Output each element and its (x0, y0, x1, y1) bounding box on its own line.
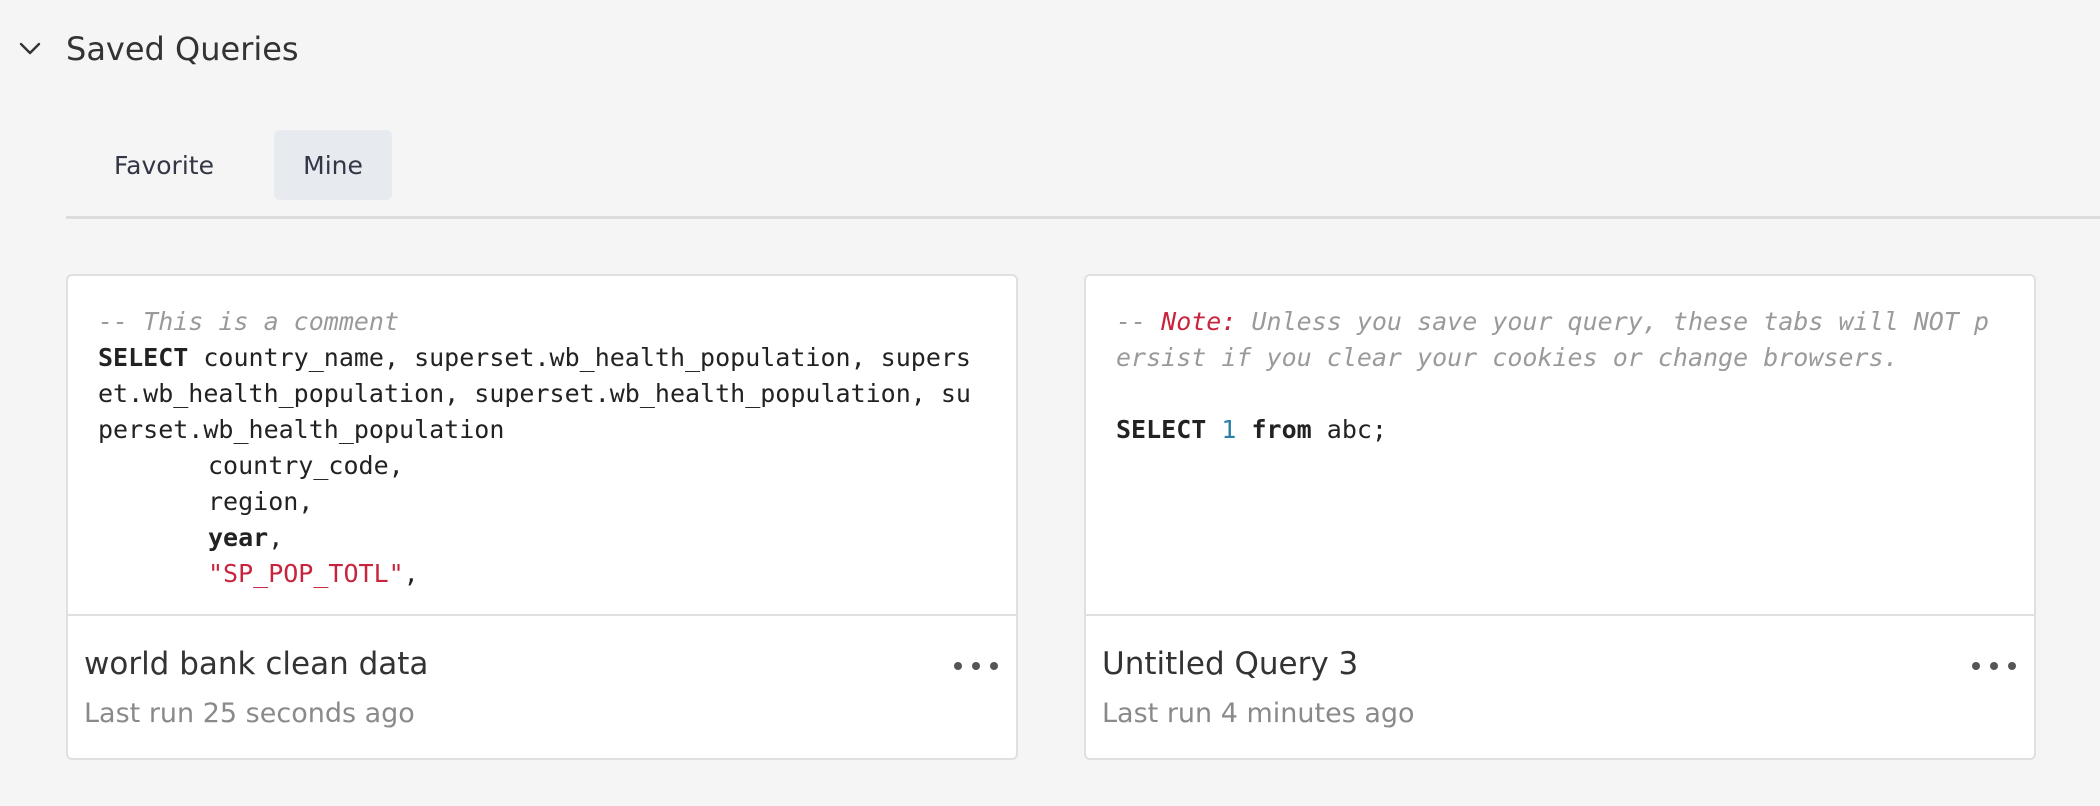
sql-text: region, (208, 487, 314, 516)
sql-string: "SP_POP_TOTL" (208, 559, 404, 588)
more-horizontal-icon[interactable] (954, 654, 998, 678)
section-header[interactable]: Saved Queries (14, 30, 299, 68)
last-run-text: Last run 25 seconds ago (84, 698, 415, 729)
sql-text: , (403, 559, 419, 588)
section-title: Saved Queries (66, 30, 299, 68)
sql-preview[interactable]: -- This is a comment SELECT country_name,… (68, 276, 1016, 616)
sql-text: country_name, superset.wb_health_populat… (98, 343, 971, 444)
sql-comment: Unless you save your query, these tabs w… (1116, 307, 1989, 372)
more-horizontal-icon[interactable] (1972, 654, 2016, 678)
chevron-down-icon[interactable] (14, 33, 46, 65)
sql-keyword: SELECT (98, 343, 189, 372)
query-title[interactable]: world bank clean data (84, 646, 428, 682)
sql-comment-note: Note: (1161, 307, 1237, 336)
tab-mine[interactable]: Mine (274, 130, 392, 200)
sql-comment: -- (1116, 307, 1162, 336)
card-footer: world bank clean data Last run 25 second… (68, 616, 1016, 758)
sql-comment: -- This is a comment (98, 307, 400, 336)
sql-keyword: SELECT (1116, 415, 1207, 444)
sql-text: abc; (1311, 415, 1387, 444)
sql-text: country_code, (208, 451, 404, 480)
query-card[interactable]: -- Note: Unless you save your query, the… (1084, 274, 2036, 760)
saved-queries-panel: Saved Queries Favorite Mine -- This is a… (0, 0, 2100, 806)
sql-preview[interactable]: -- Note: Unless you save your query, the… (1086, 276, 2034, 616)
sql-keyword: year (208, 523, 269, 552)
card-footer: Untitled Query 3 Last run 4 minutes ago (1086, 616, 2034, 758)
query-card[interactable]: -- This is a comment SELECT country_name,… (66, 274, 1018, 760)
sql-text: , (268, 523, 284, 552)
sql-number: 1 (1221, 415, 1237, 444)
tab-bar: Favorite Mine (66, 130, 2100, 219)
tab-favorite[interactable]: Favorite (66, 130, 262, 200)
last-run-text: Last run 4 minutes ago (1102, 698, 1415, 729)
sql-keyword: from (1251, 415, 1312, 444)
query-title[interactable]: Untitled Query 3 (1102, 646, 1358, 682)
